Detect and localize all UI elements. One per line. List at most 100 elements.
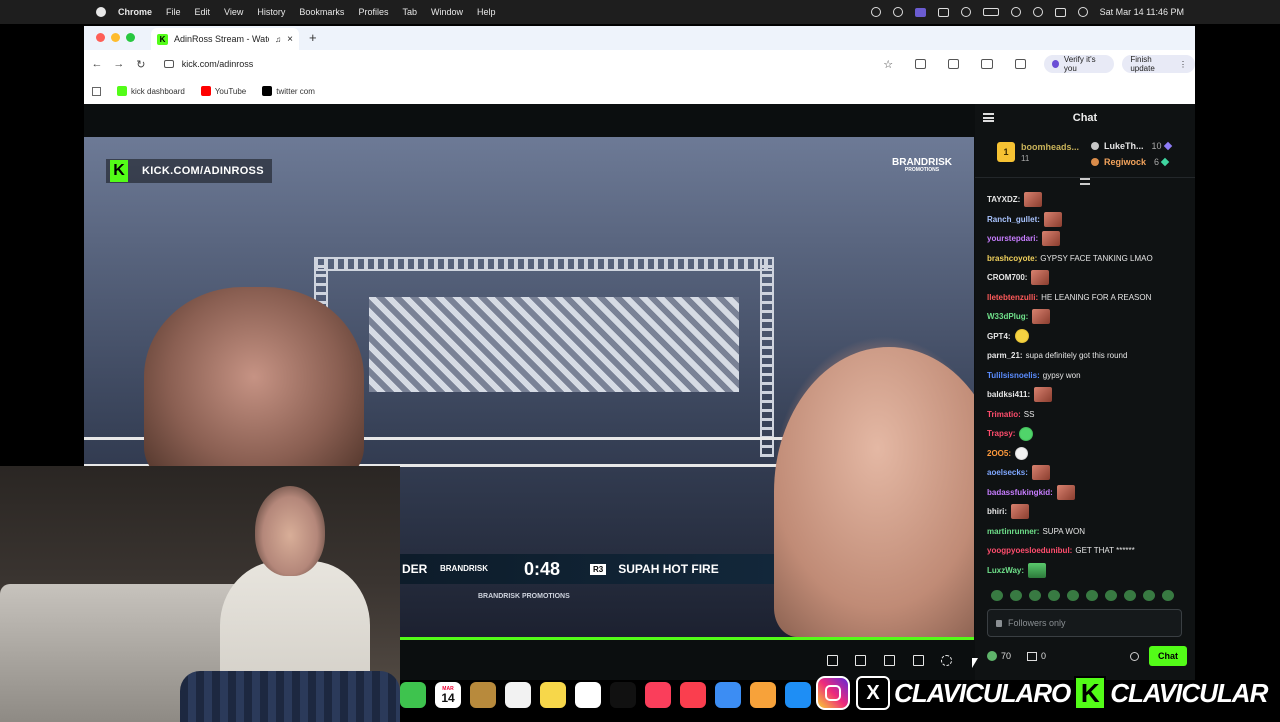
back-icon[interactable]: ← (86, 58, 108, 70)
bookmark-star-icon[interactable]: ☆ (883, 58, 893, 71)
bookmark-twitter[interactable]: twitter com (262, 86, 315, 96)
chat-username[interactable]: bhiri: (987, 507, 1007, 516)
chat-username[interactable]: 2OO5: (987, 449, 1011, 458)
expand-pinned-icon[interactable] (1080, 178, 1090, 185)
chat-username[interactable]: LuxzWay: (987, 566, 1024, 575)
chat-username[interactable]: Ranch_gullet: (987, 215, 1040, 224)
emote-icon[interactable] (991, 590, 1003, 601)
chat-username[interactable]: lletebtenzulli: (987, 293, 1038, 302)
emote-icon[interactable] (1048, 590, 1060, 601)
sync-icon[interactable] (981, 59, 993, 69)
emote-icon[interactable] (1067, 590, 1079, 601)
address-bar[interactable]: kick.com/adinross (156, 53, 814, 75)
menu-clock[interactable]: Sat Mar 14 11:46 PM (1100, 7, 1184, 17)
close-tab-icon[interactable]: × (287, 34, 293, 45)
facetime-icon[interactable] (400, 682, 426, 708)
battery-icon[interactable] (982, 8, 999, 16)
store-icon[interactable] (1027, 651, 1038, 661)
emote-icon[interactable] (1162, 590, 1174, 601)
apps-grid-icon[interactable] (92, 86, 101, 96)
spotlight-search-icon[interactable] (1032, 7, 1043, 17)
creative-cloud-icon[interactable] (870, 7, 881, 17)
chat-emote-icon[interactable] (1024, 192, 1043, 208)
channel-points-icon[interactable] (987, 651, 997, 661)
play-icon[interactable] (960, 7, 971, 17)
menu-profiles[interactable]: Profiles (358, 7, 388, 17)
downloads-icon[interactable] (1014, 59, 1026, 69)
emote-icon[interactable] (1124, 590, 1136, 601)
chat-username[interactable]: TAYXDZ: (987, 195, 1020, 204)
leaderboard-second[interactable]: LukeTh... 10 (1091, 141, 1172, 151)
wifi-icon[interactable] (1010, 7, 1021, 17)
url-text[interactable]: kick.com/adinross (182, 59, 254, 69)
mini-player-icon[interactable] (827, 655, 838, 666)
verify-profile-button[interactable]: Verify it's you (1043, 55, 1115, 73)
chat-username[interactable]: yourstepdari: (987, 234, 1038, 243)
menu-bookmarks[interactable]: Bookmarks (299, 7, 344, 17)
keyboard-icon[interactable] (937, 7, 949, 17)
menu-help[interactable]: Help (477, 7, 496, 17)
emote-icon[interactable] (1105, 590, 1117, 601)
chat-username[interactable]: martinrunner: (987, 527, 1039, 536)
emote-icon[interactable] (1143, 590, 1155, 601)
chat-emote-icon[interactable] (1034, 387, 1053, 403)
bookmark-kick-dashboard[interactable]: kick dashboard (117, 86, 185, 96)
extensions-icon[interactable] (915, 59, 927, 69)
control-center-icon[interactable] (1054, 7, 1066, 17)
leaderboard-first[interactable]: 1 boomheads... 11 (997, 142, 1079, 163)
chat-emote-icon[interactable] (1019, 426, 1034, 441)
chat-username[interactable]: CROM700: (987, 273, 1027, 282)
notes-icon[interactable] (540, 682, 566, 708)
keynote-icon[interactable] (715, 682, 741, 708)
collapse-chat-icon[interactable] (983, 113, 994, 122)
chat-username[interactable]: Trapsy: (987, 429, 1015, 438)
chat-emote-icon[interactable] (1031, 270, 1050, 286)
chat-emote-icon[interactable] (1031, 465, 1050, 481)
leaderboard-third[interactable]: Regiwock 6 (1091, 157, 1170, 167)
emote-icon[interactable] (1029, 590, 1041, 601)
minimize-window-button[interactable] (111, 33, 120, 42)
close-window-button[interactable] (96, 33, 105, 42)
chat-username[interactable]: W33dPlug: (987, 312, 1028, 321)
calendar-icon[interactable]: MAR 14 (435, 682, 461, 708)
chat-settings-icon[interactable] (1130, 651, 1139, 661)
menu-view[interactable]: View (224, 7, 243, 17)
chat-emote-icon[interactable] (1011, 504, 1029, 520)
chat-emote-icon[interactable] (1015, 446, 1029, 460)
app-store-icon[interactable] (785, 682, 811, 708)
theater-mode-icon[interactable] (884, 655, 895, 666)
freeform-icon[interactable] (575, 682, 601, 708)
apple-tv-icon[interactable] (610, 682, 636, 708)
browser-tab-active[interactable]: K AdinRoss Stream - Watch ♫ × (151, 28, 299, 50)
pages-icon[interactable] (750, 682, 776, 708)
menu-window[interactable]: Window (431, 7, 463, 17)
music-icon[interactable] (645, 682, 671, 708)
chat-emote-icon[interactable] (1014, 329, 1029, 344)
fullscreen-icon[interactable] (913, 655, 924, 666)
chat-username[interactable]: yoogpyoesloedunibul: (987, 546, 1072, 555)
menu-edit[interactable]: Edit (195, 7, 211, 17)
chat-emote-icon[interactable] (1028, 562, 1047, 578)
bookmark-youtube[interactable]: YouTube (200, 86, 246, 96)
chat-emote-icon[interactable] (1056, 484, 1075, 500)
menu-tab[interactable]: Tab (402, 7, 417, 17)
playback-progress-bar[interactable] (400, 637, 974, 640)
chat-username[interactable]: baldksi411: (987, 390, 1030, 399)
chat-emote-icon[interactable] (1043, 211, 1062, 227)
emote-icon[interactable] (1086, 590, 1098, 601)
menu-history[interactable]: History (257, 7, 285, 17)
audio-playing-icon[interactable]: ♫ (275, 35, 281, 44)
night-mode-icon[interactable] (892, 7, 903, 17)
finish-update-button[interactable]: Finish update ⋮ (1122, 55, 1195, 73)
menu-file[interactable]: File (166, 7, 181, 17)
siri-icon[interactable] (1077, 7, 1088, 17)
chat-emote-icon[interactable] (1042, 231, 1061, 247)
chat-message-input[interactable]: Followers only (987, 609, 1182, 637)
chat-emote-icon[interactable] (1032, 309, 1051, 325)
reload-icon[interactable]: ↻ (130, 58, 152, 71)
chat-username[interactable]: Trimatio: (987, 410, 1021, 419)
chat-username[interactable]: parm_21: (987, 351, 1023, 360)
folder-icon[interactable] (470, 682, 496, 708)
chat-username[interactable]: aoelsecks: (987, 468, 1028, 477)
chat-username[interactable]: Tulilsisnoelis: (987, 371, 1040, 380)
